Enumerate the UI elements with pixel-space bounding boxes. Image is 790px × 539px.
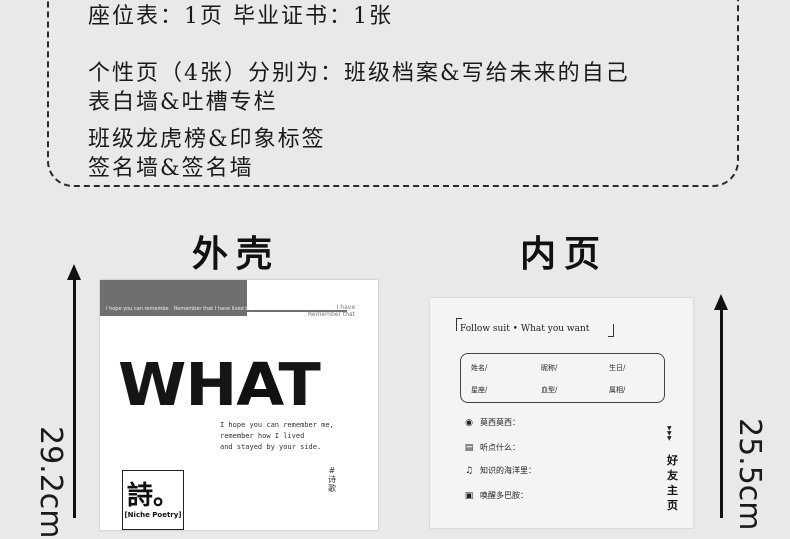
question-label: 听点什么： xyxy=(480,443,520,452)
chat-icon: ◉ xyxy=(465,418,473,428)
question-row: ◉ 莫西莫西： xyxy=(464,417,520,428)
friend-homepage-label: 好友主页 xyxy=(667,454,678,512)
hope-line3: and stayed by your side. xyxy=(220,443,322,451)
question-label: 知识的海洋里： xyxy=(480,466,536,475)
follow-text: Follow suit • What you want xyxy=(460,324,590,334)
field-zodiac: 属相/ xyxy=(609,386,626,394)
question-label: 唤醒多巴胺： xyxy=(480,491,528,500)
music-icon: ♫ xyxy=(464,466,474,476)
cover-band-text: I hope you can remembe xyxy=(106,306,169,312)
field-nickname: 昵称/ xyxy=(541,364,558,372)
dimension-left: 29.2cm xyxy=(33,426,68,539)
profile-form: 姓名/ 昵称/ 生日/ 星座/ 血型/ 属相/ xyxy=(460,353,665,403)
field-birthday: 生日/ xyxy=(609,364,626,372)
height-arrow-right xyxy=(714,294,728,518)
height-arrow-left xyxy=(67,264,81,518)
question-row: ▤ 听点什么： xyxy=(464,442,520,453)
cover-poetry-tag: # 诗 歌 xyxy=(328,466,336,493)
question-label: 莫西莫西： xyxy=(480,418,520,427)
shi-stamp: 詩。 [Niche Poetry] xyxy=(122,470,184,530)
cover-band-text-right: Remember that I have lived th xyxy=(174,306,251,312)
hope-line2: remember how I lived xyxy=(220,432,305,440)
info-line-signature: 签名墙&签名墙 xyxy=(88,156,254,181)
info-line-ranking: 班级龙虎榜&印象标签 xyxy=(88,127,326,152)
gift-icon: ▣ xyxy=(464,491,474,501)
info-line-confession: 表白墙&吐槽专栏 xyxy=(88,90,278,115)
what-part1: WH xyxy=(118,349,237,420)
cover-corner-text: I have Remember that xyxy=(308,304,356,318)
hope-line1: I hope you can remember me, xyxy=(220,421,334,429)
inner-page-preview: Follow suit • What you want 姓名/ 昵称/ 生日/ … xyxy=(430,298,693,528)
question-row: ♫ 知识的海洋里： xyxy=(464,465,536,476)
bracket-right xyxy=(608,324,614,337)
field-blood: 血型/ xyxy=(541,386,558,394)
cover-what-text: WHAT xyxy=(118,349,321,420)
shi-sub: [Niche Poetry] xyxy=(124,511,182,519)
cover-hope-text: I hope you can remember me, remember how… xyxy=(220,420,334,453)
note-icon: ▤ xyxy=(464,443,474,453)
cover-preview: I hope you can remembe Remember that I h… xyxy=(100,280,378,530)
what-part2: A xyxy=(236,349,279,420)
info-line-seat: 座位表：1页 毕业证书：1张 xyxy=(88,4,393,29)
info-line-pages: 个性页（4张）分别为：班级档案&写给未来的自己 xyxy=(88,61,630,86)
question-row: ▣ 唤醒多巴胺： xyxy=(464,490,528,501)
inner-title: 内页 xyxy=(520,233,609,275)
shi-char: 詩。 xyxy=(126,481,179,511)
triangle-markers: ▼ ▼ ▼ xyxy=(667,425,672,442)
field-constellation: 星座/ xyxy=(471,386,488,394)
cover-title: 外壳 xyxy=(192,233,281,275)
field-name: 姓名/ xyxy=(471,364,488,372)
what-part3: T xyxy=(278,349,320,420)
